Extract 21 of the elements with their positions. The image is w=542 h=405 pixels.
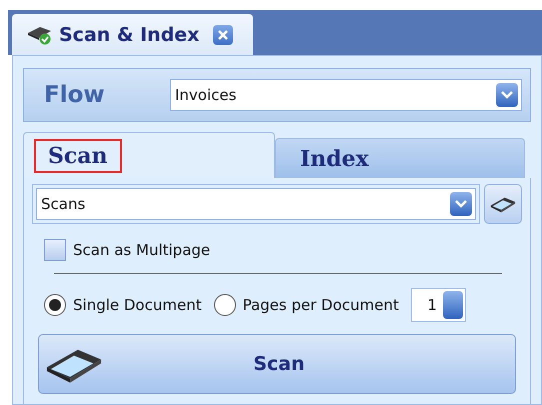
radio-button[interactable] (44, 294, 66, 316)
scan-button[interactable]: Scan (38, 334, 516, 394)
radio-label: Single Document (73, 296, 202, 314)
multipage-checkbox[interactable] (44, 239, 66, 261)
close-icon[interactable] (213, 24, 234, 44)
scanner-icon (490, 194, 516, 214)
source-select[interactable]: Scans (36, 188, 476, 220)
document-tab[interactable]: Scan & Index (12, 14, 253, 55)
pages-spinner[interactable]: 1 (410, 288, 466, 322)
chevron-down-icon (500, 90, 514, 100)
checkbox-label: Scan as Multipage (73, 241, 210, 259)
scanner-button[interactable] (484, 184, 522, 224)
radio-button[interactable] (214, 294, 236, 316)
tab-title: Scan & Index (59, 24, 200, 46)
flow-select[interactable]: Invoices (170, 79, 522, 111)
scanner-check-icon (27, 24, 53, 44)
radio-label: Pages per Document (242, 296, 399, 314)
tab[interactable]: Scan (23, 132, 275, 178)
flow-label: Flow (44, 82, 106, 108)
chevron-down-icon (454, 199, 468, 209)
tab[interactable]: Index (275, 138, 525, 178)
